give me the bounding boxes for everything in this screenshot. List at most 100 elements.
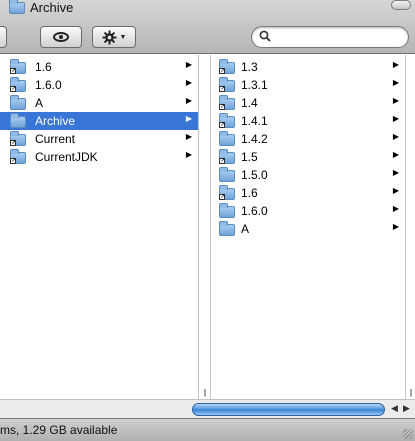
alias-arrow-icon: ↗ — [10, 86, 17, 92]
list-item-label: 1.5.0 — [241, 168, 268, 182]
disclosure-arrow-icon: ▶ — [392, 78, 399, 87]
action-menu-button[interactable]: ▼ — [92, 26, 136, 48]
list-item-label: 1.6.0 — [35, 78, 62, 92]
folder-alias-icon: ↗ — [219, 95, 235, 110]
column-resize-handle[interactable]: || — [199, 388, 210, 397]
list-item[interactable]: 1.6.0 ▶ — [211, 202, 405, 220]
scroll-right-arrow-icon[interactable]: ▶ — [403, 403, 410, 414]
list-item[interactable]: A ▶ — [211, 220, 405, 238]
disclosure-arrow-icon: ▶ — [185, 60, 192, 69]
view-mode-button[interactable] — [0, 26, 7, 48]
list-item[interactable]: ↗ 1.3.1 ▶ — [211, 76, 405, 94]
list-item[interactable]: ↗ 1.6 ▶ — [211, 184, 405, 202]
disclosure-arrow-icon: ▶ — [392, 204, 399, 213]
list-item-label: Archive — [35, 114, 76, 128]
eye-icon — [53, 32, 69, 42]
alias-arrow-icon: ↗ — [219, 86, 226, 92]
browser-column-1: ↗ 1.6 ▶ ↗ 1.6.0 ▶ A ▶ Archive ▶ ↗ Current ▶ ↗ CurrentJ… — [0, 55, 199, 399]
disclosure-arrow-icon: ▶ — [392, 132, 399, 141]
folder-icon — [219, 131, 235, 146]
folder-icon — [219, 203, 235, 218]
list-item[interactable]: ↗ 1.6.0 ▶ — [0, 76, 198, 94]
list-item-label: Current — [35, 132, 76, 146]
folder-alias-icon: ↗ — [219, 149, 235, 164]
list-item-label: 1.6 — [241, 186, 258, 200]
folder-alias-icon: ↗ — [10, 59, 26, 74]
browser-column-2: ↗ 1.3 ▶ ↗ 1.3.1 ▶ ↗ 1.4 ▶ ↗ 1.4.1 ▶ 1.4.2 ▶ ↗ 1.5 ▶ 1.5.0… — [210, 55, 406, 399]
disclosure-arrow-icon: ▶ — [392, 96, 399, 105]
search-field[interactable] — [251, 26, 409, 48]
folder-alias-icon: ↗ — [10, 131, 26, 146]
horizontal-scrollbar[interactable]: ◀ ▶ — [0, 399, 415, 418]
scroll-left-arrow-icon[interactable]: ◀ — [391, 403, 398, 414]
resize-grip-icon[interactable] — [403, 429, 413, 439]
disclosure-arrow-icon: ▶ — [185, 78, 192, 87]
alias-arrow-icon: ↗ — [219, 194, 226, 200]
disclosure-arrow-icon: ▶ — [392, 150, 399, 159]
list-item-label: 1.6.0 — [241, 204, 268, 218]
list-item-label: 1.5 — [241, 150, 258, 164]
list-item[interactable]: ↗ 1.3 ▶ — [211, 58, 405, 76]
list-item[interactable]: ↗ Current ▶ — [0, 130, 198, 148]
scrollbar-thumb[interactable] — [192, 403, 385, 416]
list-item[interactable]: 1.5.0 ▶ — [211, 166, 405, 184]
folder-alias-icon: ↗ — [219, 77, 235, 92]
disclosure-arrow-icon: ▶ — [185, 114, 192, 123]
search-icon — [259, 30, 271, 42]
list-item-label: 1.4.2 — [241, 132, 268, 146]
disclosure-arrow-icon: ▶ — [392, 186, 399, 195]
disclosure-arrow-icon: ▶ — [392, 60, 399, 69]
disclosure-arrow-icon: ▶ — [392, 168, 399, 177]
alias-arrow-icon: ↗ — [219, 68, 226, 74]
status-bar: ms, 1.29 GB available — [0, 418, 415, 441]
list-item-label: 1.3.1 — [241, 78, 268, 92]
list-item[interactable]: ↗ 1.4 ▶ — [211, 94, 405, 112]
disclosure-arrow-icon: ▶ — [185, 132, 192, 141]
list-item-label: A — [241, 222, 250, 236]
list-item-label: A — [35, 96, 44, 110]
list-item[interactable]: ↗ CurrentJDK ▶ — [0, 148, 198, 166]
list-item[interactable]: ↗ 1.4.1 ▶ — [211, 112, 405, 130]
folder-alias-icon: ↗ — [10, 77, 26, 92]
folder-icon — [9, 0, 25, 14]
list-item[interactable]: 1.4.2 ▶ — [211, 130, 405, 148]
folder-alias-icon: ↗ — [219, 185, 235, 200]
list-item[interactable]: A ▶ — [0, 94, 198, 112]
folder-alias-icon: ↗ — [219, 113, 235, 128]
list-item[interactable]: ↗ 1.5 ▶ — [211, 148, 405, 166]
alias-arrow-icon: ↗ — [10, 68, 17, 74]
window-title-group: Archive — [9, 0, 73, 15]
window-title: Archive — [30, 0, 74, 15]
column-browser: ↗ 1.6 ▶ ↗ 1.6.0 ▶ A ▶ Archive ▶ ↗ Current ▶ ↗ CurrentJ… — [0, 55, 415, 418]
folder-icon — [219, 167, 235, 182]
folder-icon — [10, 95, 26, 110]
chevron-down-icon: ▼ — [119, 33, 127, 41]
folder-alias-icon: ↗ — [219, 59, 235, 74]
list-item[interactable]: Archive ▶ — [0, 112, 198, 130]
column-resize-handle[interactable]: || — [406, 388, 415, 397]
list-item[interactable]: ↗ 1.6 ▶ — [0, 58, 198, 76]
alias-arrow-icon: ↗ — [219, 104, 226, 110]
window-titlebar: Archive ▼ — [0, 0, 415, 54]
list-item-label: CurrentJDK — [35, 150, 98, 164]
list-item-label: 1.4.1 — [241, 114, 268, 128]
gear-icon — [102, 29, 117, 45]
disclosure-arrow-icon: ▶ — [392, 222, 399, 231]
folder-icon — [219, 221, 235, 236]
column-divider[interactable]: || — [199, 55, 210, 399]
disclosure-arrow-icon: ▶ — [185, 150, 192, 159]
alias-arrow-icon: ↗ — [10, 140, 17, 146]
folder-alias-icon: ↗ — [10, 149, 26, 164]
list-item-label: 1.6 — [35, 60, 52, 74]
list-item-label: 1.4 — [241, 96, 258, 110]
list-item-label: 1.3 — [241, 60, 258, 74]
alias-arrow-icon: ↗ — [10, 158, 17, 164]
toolbar-toggle-button[interactable] — [391, 0, 411, 10]
status-text: ms, 1.29 GB available — [0, 423, 118, 437]
folder-icon — [10, 113, 26, 128]
alias-arrow-icon: ↗ — [219, 158, 226, 164]
column-divider[interactable]: || — [406, 55, 415, 399]
disclosure-arrow-icon: ▶ — [392, 114, 399, 123]
alias-arrow-icon: ↗ — [219, 122, 226, 128]
quicklook-button[interactable] — [40, 26, 82, 48]
